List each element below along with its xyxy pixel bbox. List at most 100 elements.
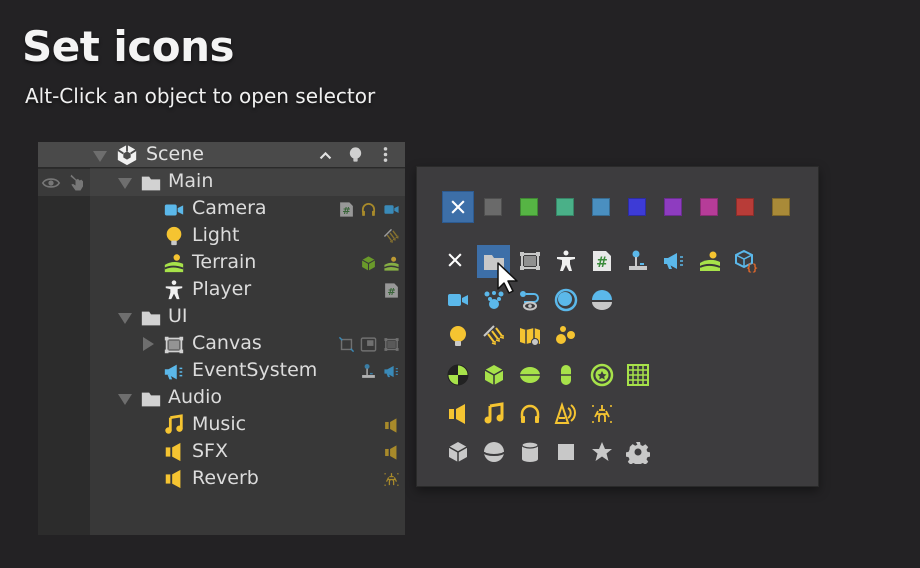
hierarchy-row-canvas[interactable]: Canvas — [90, 331, 405, 358]
eye-icon[interactable] — [40, 174, 62, 192]
music-note-icon[interactable] — [482, 402, 506, 426]
folder-icon — [140, 172, 162, 194]
hierarchy-row-eventsystem[interactable]: EventSystem — [90, 358, 405, 385]
collapse-up-icon[interactable] — [317, 147, 334, 164]
script-icon[interactable] — [338, 201, 355, 218]
script-icon[interactable] — [383, 282, 400, 299]
input-module-icon[interactable] — [360, 363, 377, 380]
row-label: UI — [168, 305, 188, 327]
row-label: Player — [192, 278, 252, 300]
hierarchy-row-light[interactable]: Light — [90, 223, 405, 250]
canvas-icon[interactable] — [383, 336, 400, 353]
row-label: EventSystem — [192, 359, 318, 381]
gear-icon[interactable] — [626, 440, 650, 464]
row-label: Music — [192, 413, 247, 435]
hierarchy-row-audio[interactable]: Audio — [90, 385, 405, 412]
color-swatch-magenta[interactable] — [700, 198, 718, 216]
music-note-icon — [163, 414, 185, 436]
hierarchy-row-sfx[interactable]: SFX — [90, 439, 405, 466]
hierarchy-row-player[interactable]: Player — [90, 277, 405, 304]
canvas-scaler-icon[interactable] — [360, 336, 377, 353]
color-swatch-blue[interactable] — [592, 198, 610, 216]
row-label: Reverb — [192, 467, 259, 489]
reverb-zone-icon[interactable] — [383, 471, 400, 488]
sphere-icon[interactable] — [482, 440, 506, 464]
event-system-icon — [163, 361, 185, 383]
headphones-icon[interactable] — [518, 402, 542, 426]
color-swatch-purple[interactable] — [664, 198, 682, 216]
rect-transform-icon[interactable] — [338, 336, 355, 353]
light-bulb-icon[interactable] — [446, 324, 470, 348]
color-swatch-red[interactable] — [736, 198, 754, 216]
capsule-collider-icon[interactable] — [518, 363, 542, 387]
audio-source-icon[interactable] — [446, 402, 470, 426]
none-icon[interactable] — [445, 250, 465, 270]
avatar-icon[interactable] — [554, 249, 578, 273]
hierarchy-row-camera[interactable]: Camera — [90, 196, 405, 223]
color-swatch-gold[interactable] — [772, 198, 790, 216]
audio-emitter-icon[interactable] — [554, 402, 578, 426]
color-none-button[interactable] — [442, 191, 474, 223]
hemisphere-icon[interactable] — [590, 288, 614, 312]
lightmap-icon[interactable] — [518, 324, 542, 348]
sphere-collider-icon[interactable] — [446, 363, 470, 387]
reverb-zone-icon[interactable] — [590, 402, 614, 426]
row-label: Main — [168, 170, 214, 192]
pointer-hand-icon[interactable] — [68, 173, 88, 193]
color-swatch-teal[interactable] — [556, 198, 574, 216]
terrain-icon — [163, 252, 185, 274]
row-label: Terrain — [192, 251, 257, 273]
color-swatch-gray[interactable] — [484, 198, 502, 216]
cube-icon[interactable] — [446, 440, 470, 464]
expand-arrow-icon[interactable] — [118, 178, 132, 189]
square-icon[interactable] — [554, 440, 578, 464]
terrain-icon[interactable] — [698, 249, 722, 273]
cylinder-icon[interactable] — [518, 440, 542, 464]
color-swatch-green[interactable] — [520, 198, 538, 216]
capsule-vertical-icon[interactable] — [554, 363, 578, 387]
hierarchy-row-main[interactable]: Main — [90, 169, 405, 196]
script-icon[interactable] — [590, 249, 614, 273]
prefab-script-icon[interactable] — [734, 249, 758, 273]
star-icon[interactable] — [590, 440, 614, 464]
hierarchy-row-terrain[interactable]: Terrain — [90, 250, 405, 277]
wheel-collider-icon[interactable] — [590, 363, 614, 387]
joystick-icon[interactable] — [626, 249, 650, 273]
scene-expand-arrow-icon[interactable] — [93, 151, 107, 162]
scene-header[interactable]: Scene — [38, 142, 405, 168]
event-system-icon[interactable] — [662, 249, 686, 273]
audio-source-icon[interactable] — [383, 444, 400, 461]
light-probes-icon[interactable] — [554, 324, 578, 348]
expand-arrow-icon[interactable] — [118, 313, 132, 324]
event-system-icon[interactable] — [383, 363, 400, 380]
camera-icon[interactable] — [446, 288, 470, 312]
directional-light-icon[interactable] — [482, 324, 506, 348]
cube-collider-icon[interactable] — [360, 255, 377, 272]
collapsed-arrow-icon[interactable] — [143, 337, 154, 351]
headphones-icon[interactable] — [360, 201, 377, 218]
lightbulb-icon[interactable] — [347, 146, 364, 163]
camera-icon — [163, 199, 185, 221]
row-label: Camera — [192, 197, 267, 219]
hierarchy-panel: Scene Main Camera Light Terrain Player U… — [38, 142, 405, 535]
grid-icon[interactable] — [626, 363, 650, 387]
folder-icon — [140, 388, 162, 410]
more-vertical-icon[interactable] — [377, 146, 394, 163]
scene-label: Scene — [146, 143, 204, 165]
navmesh-icon[interactable] — [518, 288, 542, 312]
hierarchy-row-ui[interactable]: UI — [90, 304, 405, 331]
sphere-ring-icon[interactable] — [554, 288, 578, 312]
icon-selector-popup — [416, 166, 819, 487]
hierarchy-row-music[interactable]: Music — [90, 412, 405, 439]
camera-icon[interactable] — [383, 201, 400, 218]
page-title: Set icons — [22, 22, 234, 71]
row-label: Audio — [168, 386, 223, 408]
terrain-icon[interactable] — [383, 255, 400, 272]
audio-source-icon[interactable] — [383, 417, 400, 434]
canvas-icon[interactable] — [518, 249, 542, 273]
directional-light-icon[interactable] — [383, 228, 400, 245]
color-swatch-indigo[interactable] — [628, 198, 646, 216]
hierarchy-row-reverb[interactable]: Reverb — [90, 466, 405, 493]
box-collider-icon[interactable] — [482, 363, 506, 387]
expand-arrow-icon[interactable] — [118, 394, 132, 405]
